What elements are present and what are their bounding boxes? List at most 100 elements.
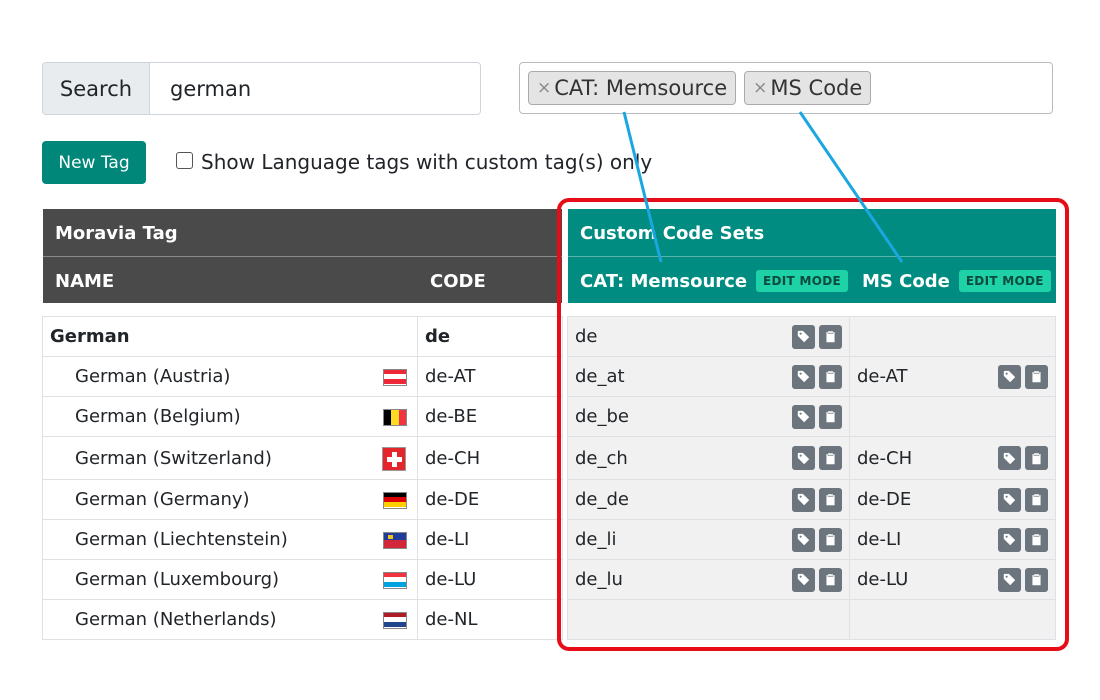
ms-code-value: de-CH <box>857 447 913 469</box>
tag-chip-cat-memsource[interactable]: × CAT: Memsource <box>528 71 737 105</box>
cat-memsource-cell: de <box>567 316 850 357</box>
clipboard-icon[interactable] <box>1025 567 1048 592</box>
tag-icon[interactable] <box>998 487 1021 512</box>
column-header-cat-memsource: CAT: Memsource EDIT MODE <box>580 268 849 294</box>
cell-actions <box>998 446 1048 470</box>
liechtenstein-flag-icon <box>383 531 407 549</box>
chip-label: CAT: Memsource <box>554 76 728 100</box>
table-row: German (Germany) de-DE de_de de-DE <box>42 479 1056 520</box>
header-divider <box>568 256 1056 257</box>
tag-icon[interactable] <box>998 446 1021 470</box>
netherlands-flag-icon <box>383 611 407 629</box>
tag-icon[interactable] <box>792 527 815 552</box>
table-row: German (Luxembourg) de-LU de_lu de-LU <box>42 559 1056 600</box>
search-input[interactable] <box>150 63 480 114</box>
clipboard-icon[interactable] <box>819 567 842 592</box>
column-header-ms-code: MS Code EDIT MODE <box>862 268 1051 294</box>
clipboard-icon[interactable] <box>819 324 842 349</box>
ms-code-cell: de-LU <box>849 559 1056 600</box>
header-divider <box>43 256 562 257</box>
remove-chip-icon[interactable]: × <box>537 78 551 98</box>
cell-actions <box>792 527 842 552</box>
remove-chip-icon[interactable]: × <box>753 78 767 98</box>
tag-icon[interactable] <box>792 446 815 470</box>
cell-actions <box>998 527 1048 552</box>
name-cell: German <box>42 316 418 357</box>
name-cell: German (Austria) <box>42 356 418 397</box>
table-row: German (Austria) de-AT de_at de-AT <box>42 356 1056 397</box>
code-cell: de <box>417 316 563 357</box>
new-tag-button[interactable]: New Tag <box>42 141 146 184</box>
tag-icon[interactable] <box>792 487 815 512</box>
clipboard-icon[interactable] <box>819 364 842 389</box>
custom-tag-filter[interactable]: Show Language tags with custom tag(s) on… <box>176 150 652 174</box>
tag-icon[interactable] <box>998 567 1021 592</box>
moravia-tag-title: Moravia Tag <box>55 222 178 244</box>
table-row: German (Liechtenstein) de-LI de_li de-LI <box>42 519 1056 560</box>
ms-code-value: de-LI <box>857 529 902 550</box>
tag-icon[interactable] <box>792 567 815 592</box>
cell-actions <box>792 487 842 512</box>
tag-icon[interactable] <box>792 404 815 429</box>
name-cell: German (Liechtenstein) <box>42 519 418 560</box>
cell-actions <box>792 567 842 592</box>
ms-code-cell: de-AT <box>849 356 1056 397</box>
cat-memsource-value: de_lu <box>575 569 623 590</box>
tag-icon[interactable] <box>792 364 815 389</box>
table-row: German (Switzerland) de-CH de_ch de-CH <box>42 436 1056 480</box>
language-tag-table: German de de German (Austria) de-AT de_a… <box>42 316 1056 640</box>
clipboard-icon[interactable] <box>819 527 842 552</box>
column-header-name[interactable]: NAME <box>55 268 114 294</box>
cat-memsource-cell: de_lu <box>567 559 850 600</box>
cell-actions <box>998 487 1048 512</box>
ms-code-value: de-DE <box>857 489 912 510</box>
clipboard-icon[interactable] <box>819 404 842 429</box>
column-header-ms-code-label: MS Code <box>862 270 950 292</box>
filter-checkbox[interactable] <box>176 151 193 169</box>
ms-code-cell <box>849 316 1056 357</box>
clipboard-icon[interactable] <box>819 446 842 470</box>
language-name: German <box>50 326 130 347</box>
clipboard-icon[interactable] <box>819 487 842 512</box>
clipboard-icon[interactable] <box>1025 446 1048 470</box>
ms-code-value: de-LU <box>857 569 909 590</box>
cat-memsource-value: de_be <box>575 406 629 427</box>
column-header-code[interactable]: CODE <box>430 268 486 294</box>
language-name: German (Luxembourg) <box>75 569 280 590</box>
clipboard-icon[interactable] <box>1025 487 1048 512</box>
edit-mode-button-ms-code[interactable]: EDIT MODE <box>958 270 1051 292</box>
cat-memsource-value: de <box>575 326 598 347</box>
ms-code-value: de-AT <box>857 366 908 387</box>
code-cell: de-AT <box>417 356 563 397</box>
edit-mode-button-cat-memsource[interactable]: EDIT MODE <box>756 270 849 292</box>
filter-label: Show Language tags with custom tag(s) on… <box>201 150 653 174</box>
custom-code-sets-title: Custom Code Sets <box>580 222 765 244</box>
name-cell: German (Belgium) <box>42 396 418 437</box>
cell-actions <box>792 364 842 389</box>
ms-code-cell <box>849 396 1056 437</box>
tag-icon[interactable] <box>998 364 1021 389</box>
name-cell: German (Netherlands) <box>42 599 418 640</box>
cat-memsource-cell <box>567 599 850 640</box>
cat-memsource-cell: de_at <box>567 356 850 397</box>
ms-code-cell: de-DE <box>849 479 1056 520</box>
language-name: German (Austria) <box>75 366 231 387</box>
table-row: German (Netherlands) de-NL <box>42 599 1056 640</box>
germany-flag-icon <box>383 491 407 509</box>
tag-icon[interactable] <box>792 324 815 349</box>
cat-memsource-cell: de_be <box>567 396 850 437</box>
tag-icon[interactable] <box>998 527 1021 552</box>
code-cell: de-DE <box>417 479 563 520</box>
table-row: German de de <box>42 316 1056 357</box>
code-set-select[interactable]: × CAT: Memsource × MS Code <box>519 62 1053 114</box>
language-name: German (Switzerland) <box>75 447 272 469</box>
cat-memsource-cell: de_de <box>567 479 850 520</box>
clipboard-icon[interactable] <box>1025 527 1048 552</box>
tag-chip-ms-code[interactable]: × MS Code <box>744 71 872 105</box>
name-cell: German (Luxembourg) <box>42 559 418 600</box>
code-cell: de-LU <box>417 559 563 600</box>
cat-memsource-value: de_li <box>575 529 617 550</box>
cat-memsource-cell: de_li <box>567 519 850 560</box>
clipboard-icon[interactable] <box>1025 364 1048 389</box>
search-label: Search <box>43 63 150 114</box>
